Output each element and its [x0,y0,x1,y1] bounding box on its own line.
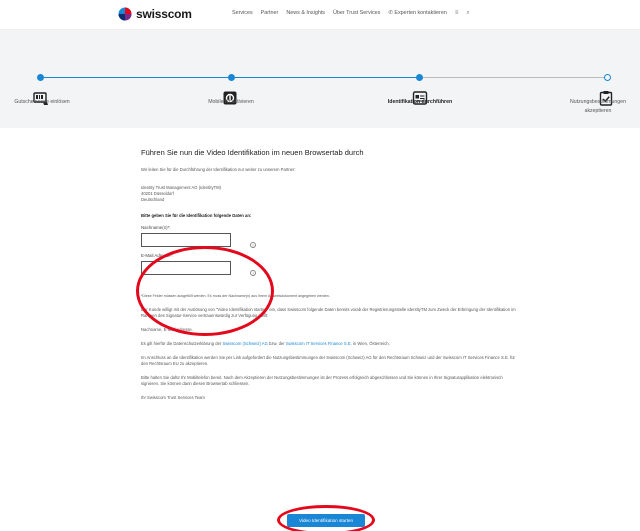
step-4-label: Nutzungsbestimmungen akzeptieren [570,99,626,114]
step-2-dot [228,74,235,81]
privacy-prefix: Es gilt hierfür die Datenschutzerklärung… [141,341,222,346]
step-1-dot [37,74,44,81]
menu-icon[interactable]: ≡ [455,10,459,17]
top-header: swisscom Services Partner News & Insight… [0,0,640,30]
step-2-label: Mobile ID aktivieren [208,99,254,105]
nav-contact-experts[interactable]: ✆ Experten kontaktieren [388,10,446,17]
privacy-link-swisscom-it-services[interactable]: Swisscom IT Services Finance S.E. [286,341,352,346]
page: swisscom Services Partner News & Insight… [0,0,640,531]
nav-services[interactable]: Services [232,10,253,17]
signoff-text: Ihr Swisscom Trust Services Team [141,395,205,400]
surname-help-icon[interactable]: ? [250,242,256,248]
annotation-ellipse-fields [136,246,274,336]
swisscom-logo[interactable]: swisscom [118,6,192,22]
swisscom-logo-icon [118,7,132,21]
brand-name: swisscom [136,7,192,21]
privacy-text: Es gilt hierfür die Datenschutzerklärung… [141,341,521,347]
nav-about-trust-services[interactable]: Über Trust Services [333,10,380,17]
partner-address: Identity Trust Management AG (IdentityTM… [141,185,521,203]
surname-label: Nachname(n)*: [141,225,171,230]
nav-partner[interactable]: Partner [261,10,279,17]
nav-contact-experts-label: Experten kontaktieren [394,10,447,16]
privacy-suffix: in Wien, Österreich. [353,341,390,346]
intro-text: Wir leiten Sie für die Durchführung der … [141,167,296,172]
terms-text: Im Anschluss an die Identifikation werde… [141,355,515,366]
address-line-3: Deutschland [141,197,165,202]
progress-line-todo [420,77,608,78]
privacy-middle: bzw. der [269,341,285,346]
page-title: Führen Sie nun die Video Identifikation … [141,148,364,157]
privacy-link-swisscom-schweiz[interactable]: Swisscom (Schweiz) AG [222,341,267,346]
main-nav: Services Partner News & Insights Über Tr… [232,10,470,17]
progress-stepper: Gutscheincode einlösen Mobile ID aktivie… [0,30,640,128]
form-instruction: Bitte geben Sie für die Identifikation f… [141,213,252,218]
step-1-label: Gutscheincode einlösen [14,99,70,105]
annotation-ellipse-button [277,505,375,531]
step-3-label: Identifikation durchführen [387,99,453,105]
step-3-dot [416,74,423,81]
nav-news[interactable]: News & Insights [286,10,325,17]
surname-input[interactable] [141,233,231,247]
surname-group: Nachname(n)*: ? [141,225,521,248]
search-icon[interactable]: ⌕ [466,10,469,17]
step-4-dot [604,74,611,81]
mobile-text: Bitte halten Sie dafür Ihr Mobiltelefon … [141,375,503,386]
